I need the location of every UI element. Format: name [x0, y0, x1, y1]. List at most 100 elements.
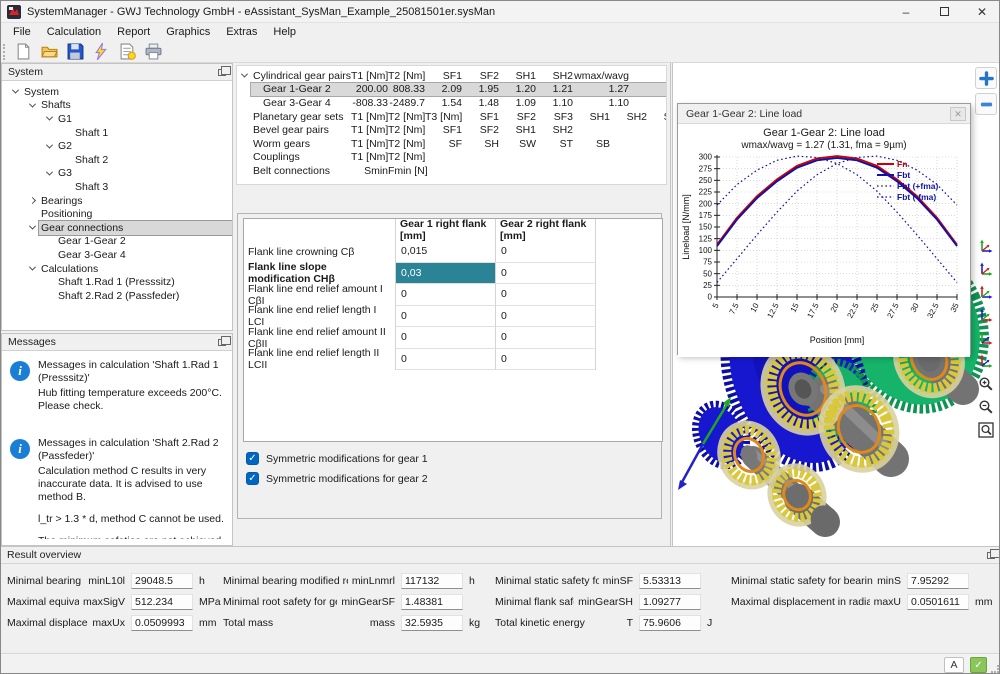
result-field-value[interactable]: 117132: [401, 573, 463, 589]
gear-table-row[interactable]: Cylindrical gear pairs T1 [Nm] T2 [Nm] SF1…: [237, 69, 666, 83]
tree-item[interactable]: G3: [2, 167, 232, 181]
menu-item-calculation[interactable]: Calculation: [39, 24, 109, 40]
mod-value-cell-gear1[interactable]: 0: [396, 305, 496, 327]
view-axis-5-button[interactable]: [977, 329, 995, 346]
gear-table-row[interactable]: Gear 1-Gear 2 200.00 808.33 2.09 1.95 1.20 1.…: [237, 81, 666, 98]
view-axis-6-button[interactable]: [977, 352, 995, 369]
menu-item-report[interactable]: Report: [109, 24, 158, 40]
mod-value-cell-gear2[interactable]: 0: [496, 348, 596, 370]
mod-value-cell-gear2[interactable]: 0: [496, 241, 596, 263]
tree-item[interactable]: G2: [2, 139, 232, 153]
view-axis-4-button[interactable]: [977, 306, 995, 323]
mod-value-cell-gear2[interactable]: 0: [496, 327, 596, 349]
view-axis-1-button[interactable]: [977, 237, 995, 254]
menu-item-file[interactable]: File: [5, 24, 39, 40]
new-report-icon[interactable]: [115, 42, 139, 62]
tree-item[interactable]: Shaft 2.Rad 2 (Passfeder): [2, 289, 232, 303]
mod-value-cell-gear1[interactable]: 0: [396, 327, 496, 349]
zoom-out-button[interactable]: [975, 93, 997, 115]
magnify-in-button[interactable]: [977, 375, 995, 392]
mod-value-cell-gear2[interactable]: 0: [496, 284, 596, 306]
calculate-icon[interactable]: [89, 42, 113, 62]
tree-item[interactable]: G1: [2, 112, 232, 126]
zoom-in-button[interactable]: [975, 67, 997, 89]
chart-area: Gear 1-Gear 2: Line load wmax/wavg = 1.2…: [678, 127, 970, 357]
gear-table-row[interactable]: Couplings T1 [Nm] T2 [Nm]: [237, 151, 666, 165]
tree-item[interactable]: Gear 3-Gear 4: [2, 248, 232, 262]
result-field-value[interactable]: 1.48381: [401, 594, 463, 610]
tree-item[interactable]: Shaft 1.Rad 1 (Presssitz): [2, 275, 232, 289]
result-field-value[interactable]: 5.53313: [639, 573, 701, 589]
tree-expander-icon[interactable]: [42, 141, 56, 149]
close-button[interactable]: ✕: [963, 1, 999, 22]
new-document-icon[interactable]: [11, 42, 35, 62]
tree-item[interactable]: Bearings: [2, 194, 232, 208]
tree-expander-icon[interactable]: [25, 222, 39, 230]
mod-value-cell-gear1[interactable]: 0,015: [396, 241, 496, 263]
svg-text:250: 250: [699, 176, 713, 185]
result-field-value[interactable]: 7.95292: [907, 573, 969, 589]
tree-item[interactable]: Shaft 2: [2, 153, 232, 167]
result-field-value[interactable]: 1.09277: [639, 594, 701, 610]
tree-item[interactable]: System: [2, 85, 232, 99]
mod-value-cell-gear1[interactable]: 0: [396, 284, 496, 306]
status-a-button[interactable]: A: [944, 656, 964, 673]
checkbox-row[interactable]: ✓ Symmetric modifications for gear 1: [246, 452, 428, 465]
result-field-value[interactable]: 29048.5: [131, 573, 193, 589]
view-axis-3-button[interactable]: [977, 283, 995, 300]
chart-window-close-button[interactable]: ✕: [950, 106, 966, 121]
mod-column-header: Gear 1 right flank [mm]: [396, 218, 496, 242]
mod-value-cell-gear1[interactable]: 0: [396, 348, 496, 370]
result-field-value[interactable]: 0.0509993: [131, 615, 193, 631]
maximize-button[interactable]: [925, 1, 963, 22]
view-axis-2-button[interactable]: [977, 260, 995, 277]
tree-item[interactable]: Gear connections: [2, 219, 232, 236]
table-expander-icon[interactable]: [237, 70, 251, 78]
gear-table-row[interactable]: Bevel gear pairs T1 [Nm] T2 [Nm] SF1 SF2 SH1…: [237, 123, 666, 137]
chart-window-titlebar[interactable]: Gear 1-Gear 2: Line load ✕: [678, 104, 970, 124]
print-icon[interactable]: [141, 42, 165, 62]
chart-window[interactable]: Gear 1-Gear 2: Line load ✕ Gear 1-Gear 2…: [677, 103, 971, 357]
gear-table-row[interactable]: Worm gears T1 [Nm] T2 [Nm] SF SH SW ST SB: [237, 137, 666, 151]
undock-panel-icon[interactable]: [218, 335, 231, 346]
resize-grip[interactable]: [991, 665, 999, 673]
gear-table-row[interactable]: Planetary gear sets T1 [Nm] T2 [Nm] T3 [Nm…: [237, 110, 666, 124]
menu-item-help[interactable]: Help: [265, 24, 304, 40]
tree-expander-icon[interactable]: [25, 100, 39, 108]
gear-table-row[interactable]: Belt connections Smin Fmin [N]: [237, 164, 666, 178]
tree-expander-icon[interactable]: [25, 197, 39, 205]
menu-item-extras[interactable]: Extras: [218, 24, 265, 40]
result-field-value[interactable]: 512.234: [131, 594, 193, 610]
tree-expander-icon[interactable]: [42, 114, 56, 122]
zoom-to-window-button[interactable]: [977, 421, 995, 438]
undock-panel-icon[interactable]: [218, 65, 231, 76]
undock-panel-icon[interactable]: [987, 548, 999, 559]
checkbox-icon[interactable]: ✓: [246, 452, 259, 465]
checkbox-icon[interactable]: ✓: [246, 472, 259, 485]
tree-expander-icon[interactable]: [25, 263, 39, 271]
tree-expander-icon[interactable]: [8, 86, 22, 94]
save-icon[interactable]: [63, 42, 87, 62]
menu-item-graphics[interactable]: Graphics: [158, 24, 218, 40]
tree-item[interactable]: Positioning: [2, 207, 232, 221]
tree-item[interactable]: Shaft 3: [2, 180, 232, 194]
tree-expander-icon[interactable]: [42, 168, 56, 176]
result-field-value[interactable]: 0.0501611: [907, 594, 969, 610]
result-field-value[interactable]: 75.9606: [639, 615, 701, 631]
mod-value-cell-gear2[interactable]: 0: [496, 305, 596, 327]
mod-value-cell-gear2[interactable]: 0: [496, 262, 596, 284]
open-file-icon[interactable]: [37, 42, 61, 62]
minimize-button[interactable]: –: [887, 1, 925, 22]
tree-item[interactable]: Shaft 1: [2, 126, 232, 140]
gear-table-row[interactable]: Gear 3-Gear 4 -808.33 -2489.7 1.54 1.48 1.09…: [237, 96, 666, 110]
result-column: Minimal bearing modified reference life …: [223, 571, 489, 634]
magnify-out-button[interactable]: [977, 398, 995, 415]
checkbox-row[interactable]: ✓ Symmetric modifications for gear 2: [246, 472, 428, 485]
tree-item[interactable]: Gear 1-Gear 2: [2, 235, 232, 249]
status-check-button[interactable]: ✓: [970, 656, 987, 673]
result-field-value[interactable]: 32.5935: [401, 615, 463, 631]
tree-item[interactable]: Shafts: [2, 99, 232, 113]
mod-value-cell-gear1[interactable]: 0,03: [396, 262, 496, 284]
gear-table-cell: SH2: [626, 110, 647, 123]
tree-item[interactable]: Calculations: [2, 262, 232, 276]
